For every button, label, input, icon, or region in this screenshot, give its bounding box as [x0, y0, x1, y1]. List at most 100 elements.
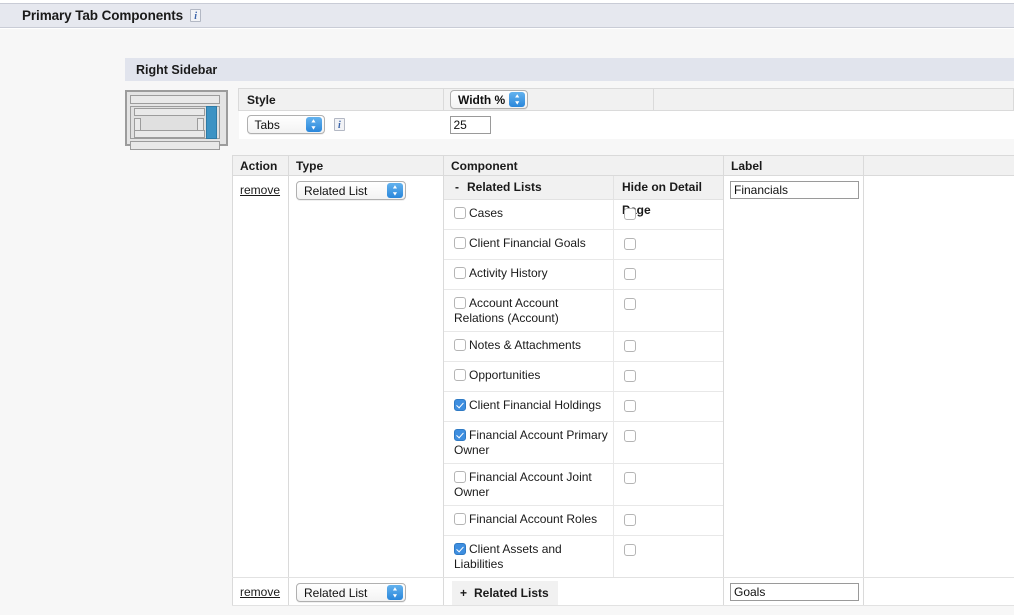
hide-on-detail-checkbox[interactable]	[624, 544, 636, 556]
hide-cell	[614, 200, 722, 229]
hide-on-detail-checkbox[interactable]	[624, 238, 636, 250]
style-area: Style Width % ▲ ▼ Tabs ▲ ▼ i	[125, 88, 1014, 150]
hide-on-detail-page-header: Hide on Detail Page	[622, 180, 703, 217]
hide-on-detail-checkbox[interactable]	[624, 472, 636, 484]
list-item: Financial Account Joint Owner	[444, 464, 723, 506]
related-list-label: Financial Account Primary Owner	[454, 428, 608, 457]
remove-link[interactable]: remove	[240, 183, 280, 197]
component-type-value: Related List	[304, 183, 368, 198]
row-type-cell: Related List ▲ ▼	[288, 577, 444, 606]
component-type-select[interactable]: Related List ▲ ▼	[296, 583, 406, 602]
preview-right-sidebar-highlight	[206, 106, 218, 139]
list-item: Opportunities	[444, 362, 723, 392]
related-list-checkbox[interactable]	[454, 471, 466, 483]
preview-bottom-bar	[130, 141, 221, 150]
related-list-checkbox[interactable]	[454, 369, 466, 381]
row-component-cell: + Related Lists	[443, 577, 724, 606]
style-value-spacer	[653, 110, 1014, 139]
related-list-label: Activity History	[469, 266, 548, 280]
related-list-name[interactable]: Opportunities	[444, 362, 614, 391]
list-item: Notes & Attachments	[444, 332, 723, 362]
style-value-cell: Tabs ▲ ▼ i	[238, 110, 444, 139]
hide-on-detail-checkbox[interactable]	[624, 400, 636, 412]
related-list-checkbox[interactable]	[454, 543, 466, 555]
related-list-label: Financial Account Roles	[469, 512, 598, 526]
related-list-checkbox[interactable]	[454, 267, 466, 279]
hide-on-detail-checkbox[interactable]	[624, 514, 636, 526]
chevron-updown-icon: ▲ ▼	[305, 117, 322, 133]
related-list-checkbox[interactable]	[454, 207, 466, 219]
style-info-icon[interactable]: i	[333, 117, 345, 131]
related-list-label: Notes & Attachments	[469, 338, 582, 352]
hide-on-detail-checkbox[interactable]	[624, 268, 636, 280]
column-header-label: Label	[723, 155, 864, 176]
related-list-name[interactable]: Client Financial Goals	[444, 230, 614, 259]
right-sidebar-panel: Right Sidebar	[125, 58, 1014, 81]
style-table: Style Width % ▲ ▼ Tabs ▲ ▼ i	[238, 88, 1014, 139]
row-spacer-cell	[863, 577, 1014, 606]
hide-on-detail-checkbox[interactable]	[624, 370, 636, 382]
width-mode-value: Width %	[458, 92, 506, 107]
related-list-checkbox[interactable]	[454, 297, 466, 309]
related-lists-box: - Related Lists Hide on Detail Page Cases	[444, 176, 723, 577]
hide-cell	[614, 362, 722, 391]
preview-row-1	[134, 108, 205, 116]
component-type-select[interactable]: Related List ▲ ▼	[296, 181, 406, 200]
related-list-checkbox[interactable]	[454, 339, 466, 351]
hide-cell	[614, 332, 722, 361]
page-header: Primary Tab Components i	[0, 3, 1014, 28]
column-header-action: Action	[232, 155, 289, 176]
column-header-spacer	[863, 155, 1014, 176]
related-list-name[interactable]: Financial Account Joint Owner	[444, 464, 614, 505]
list-item: Activity History	[444, 260, 723, 290]
hide-cell	[614, 230, 722, 259]
list-item: Financial Account Roles	[444, 506, 723, 536]
column-header-type: Type	[288, 155, 444, 176]
width-input[interactable]	[449, 115, 491, 134]
hide-on-detail-checkbox[interactable]	[624, 430, 636, 442]
hide-cell	[614, 506, 722, 535]
related-list-name[interactable]: Cases	[444, 200, 614, 229]
component-label-input[interactable]	[730, 583, 859, 601]
related-list-name[interactable]: Notes & Attachments	[444, 332, 614, 361]
related-list-name[interactable]: Financial Account Primary Owner	[444, 422, 614, 463]
related-list-name[interactable]: Activity History	[444, 260, 614, 289]
component-label-input[interactable]	[730, 181, 859, 199]
related-list-checkbox[interactable]	[454, 513, 466, 525]
related-list-name[interactable]: Client Assets and Liabilities	[444, 536, 614, 577]
chevron-updown-icon: ▲ ▼	[387, 585, 403, 600]
table-row: remove Related List ▲ ▼ - Related Lists Hi…	[232, 175, 1014, 578]
remove-link[interactable]: remove	[240, 585, 280, 599]
expand-toggle-icon: +	[460, 586, 468, 600]
related-list-name[interactable]: Client Financial Holdings	[444, 392, 614, 421]
hide-on-detail-checkbox[interactable]	[624, 298, 636, 310]
related-lists-title-text: Related Lists	[474, 586, 549, 600]
related-list-name[interactable]: Financial Account Roles	[444, 506, 614, 535]
width-mode-select[interactable]: Width % ▲ ▼	[450, 90, 529, 109]
related-lists-title: - Related Lists	[444, 176, 614, 199]
row-type-cell: Related List ▲ ▼	[288, 175, 444, 578]
list-item: Financial Account Primary Owner	[444, 422, 723, 464]
hide-cell	[614, 464, 722, 505]
related-list-name[interactable]: Account Account Relations (Account)	[444, 290, 614, 331]
hide-on-detail-checkbox[interactable]	[624, 340, 636, 352]
related-lists-title-text: Related Lists	[467, 180, 542, 194]
related-list-checkbox[interactable]	[454, 429, 466, 441]
expand-related-lists-button[interactable]: + Related Lists	[452, 581, 558, 605]
chevron-updown-icon: ▲ ▼	[387, 183, 403, 198]
layout-preview-thumbnail[interactable]	[125, 90, 228, 150]
related-list-label: Financial Account Joint Owner	[454, 470, 592, 499]
row-action-cell: remove	[232, 577, 289, 606]
hide-on-detail-checkbox[interactable]	[624, 208, 636, 220]
hide-cell	[614, 290, 722, 331]
collapse-toggle-icon[interactable]: -	[455, 176, 467, 199]
related-lists-header[interactable]: - Related Lists Hide on Detail Page	[444, 176, 723, 217]
style-select[interactable]: Tabs ▲ ▼	[246, 115, 325, 135]
info-icon[interactable]: i	[190, 9, 202, 22]
related-list-checkbox[interactable]	[454, 399, 466, 411]
list-item: Account Account Relations (Account)	[444, 290, 723, 332]
components-table-header-row: Action Type Component Label	[232, 155, 1014, 176]
related-list-checkbox[interactable]	[454, 237, 466, 249]
row-spacer-cell	[863, 175, 1014, 578]
hide-cell	[614, 422, 722, 463]
